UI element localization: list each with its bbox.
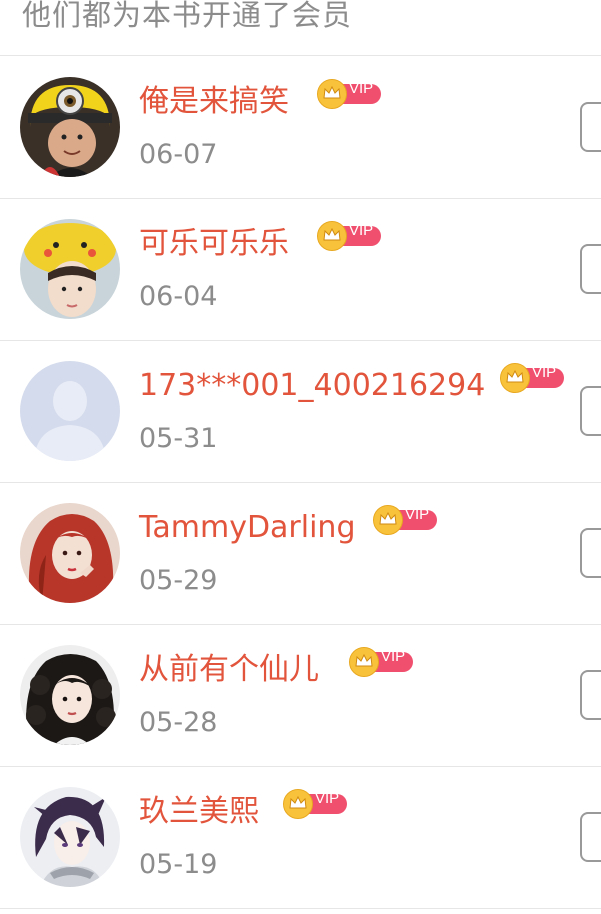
crown-icon (317, 79, 347, 109)
follow-button[interactable] (580, 244, 601, 294)
avatar-anime-icon[interactable] (20, 787, 120, 887)
follow-button[interactable] (580, 670, 601, 720)
member-date: 06-07 (139, 139, 218, 170)
member-row[interactable]: 从前有个仙儿 VIP 05-28 (0, 625, 601, 767)
member-name[interactable]: 俺是来搞笑 (139, 82, 289, 122)
member-date: 05-29 (139, 565, 218, 596)
member-list: 俺是来搞笑 VIP 06-07 可乐可乐乐 VIP 06-04 173***00… (0, 57, 601, 909)
member-row[interactable]: 玖兰美熙 VIP 05-19 (0, 767, 601, 909)
follow-button[interactable] (580, 386, 601, 436)
section-header: 他们都为本书开通了会员 (0, 0, 601, 56)
member-name[interactable]: 玖兰美熙 (139, 792, 259, 832)
crown-icon (317, 221, 347, 251)
section-title: 他们都为本书开通了会员 (22, 0, 353, 32)
member-row[interactable]: 173***001_400216294 VIP 05-31 (0, 341, 601, 483)
avatar-default-silhouette-icon[interactable] (20, 361, 120, 461)
member-date: 06-04 (139, 281, 218, 312)
follow-button[interactable] (580, 102, 601, 152)
avatar-curly-hair-icon[interactable] (20, 645, 120, 745)
member-row[interactable]: TammyDarling VIP 05-29 (0, 483, 601, 625)
follow-button[interactable] (580, 812, 601, 862)
vip-label: VIP (532, 364, 557, 381)
vip-members-page: 他们都为本书开通了会员 俺是来搞笑 VIP 06-07 可乐可乐乐 VIP 06… (0, 0, 601, 914)
vip-label: VIP (349, 222, 374, 239)
member-name[interactable]: 从前有个仙儿 (139, 650, 319, 690)
avatar-red-hair-icon[interactable] (20, 503, 120, 603)
member-date: 05-28 (139, 707, 218, 738)
crown-icon (500, 363, 530, 393)
member-name[interactable]: 173***001_400216294 (139, 366, 485, 406)
member-row[interactable]: 俺是来搞笑 VIP 06-07 (0, 57, 601, 199)
crown-icon (349, 647, 379, 677)
follow-button[interactable] (580, 528, 601, 578)
avatar-pikachu-hat-icon[interactable] (20, 219, 120, 319)
member-date: 05-31 (139, 423, 218, 454)
member-name[interactable]: 可乐可乐乐 (139, 224, 289, 264)
member-row[interactable]: 可乐可乐乐 VIP 06-04 (0, 199, 601, 341)
member-name[interactable]: TammyDarling (139, 508, 356, 548)
member-date: 05-19 (139, 849, 218, 880)
crown-icon (373, 505, 403, 535)
avatar-minion-hat-icon[interactable] (20, 77, 120, 177)
vip-label: VIP (349, 80, 374, 97)
vip-label: VIP (381, 648, 406, 665)
crown-icon (283, 789, 313, 819)
vip-label: VIP (405, 506, 430, 523)
vip-label: VIP (315, 790, 340, 807)
